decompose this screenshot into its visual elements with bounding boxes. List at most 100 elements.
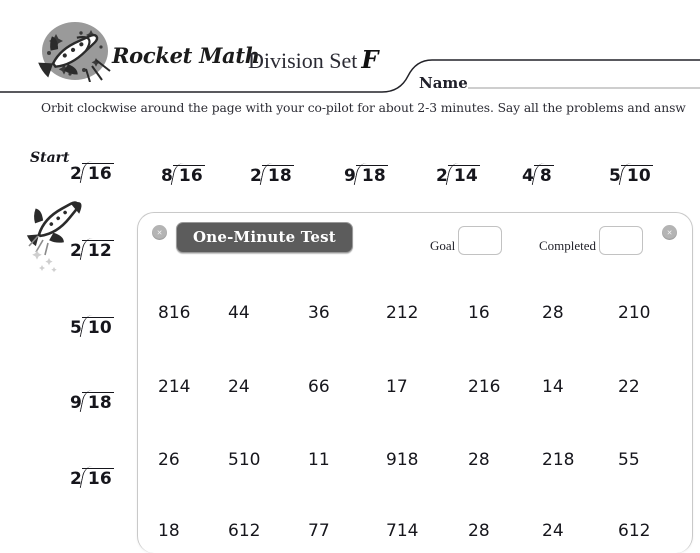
division-problem: 510 (228, 452, 260, 469)
division-problem: 36 (308, 305, 330, 322)
division-problem: 26 (158, 452, 180, 469)
division-bracket: 10 (239, 450, 261, 470)
dividend: 2 (628, 377, 640, 397)
side-rocket-icon (26, 201, 82, 273)
divisor: 2 (468, 377, 479, 397)
divisor: 1 (158, 521, 169, 541)
divisor: 5 (618, 450, 629, 470)
dividend: 16 (87, 164, 112, 184)
division-problem: 918 (386, 452, 418, 469)
divisor: 6 (618, 521, 629, 541)
worksheet-page: Rocket Math Division Set F Name Orbit clo… (0, 0, 700, 553)
division-problem: 214 (436, 165, 480, 185)
division-bracket: 1 (319, 450, 330, 470)
divisor: 1 (386, 377, 397, 397)
dividend: 6 (168, 450, 180, 470)
division-bracket: 16 (169, 303, 191, 323)
division-problem: 214 (158, 379, 190, 396)
dividend: 10 (238, 450, 261, 470)
division-bracket: 10 (81, 317, 114, 337)
division-problem: 510 (609, 165, 653, 185)
dividend: 18 (267, 166, 292, 186)
dividend: 1 (318, 450, 330, 470)
dividend: 8 (478, 521, 490, 541)
division-problem: 44 (228, 305, 250, 322)
name-write-line (468, 87, 700, 89)
division-problem: 28 (468, 523, 490, 540)
division-bracket: 4 (553, 521, 564, 541)
divisor: 6 (308, 377, 319, 397)
dividend: 18 (361, 166, 386, 186)
division-bracket: 4 (239, 303, 250, 323)
dividend: 16 (168, 303, 191, 323)
division-bracket: 6 (169, 450, 180, 470)
division-problem: 510 (70, 317, 114, 337)
dividend: 12 (396, 303, 419, 323)
division-problem: 77 (308, 523, 330, 540)
division-bracket: 6 (319, 377, 330, 397)
division-bracket: 16 (81, 163, 114, 184)
division-problem: 216 (70, 163, 114, 183)
division-bracket: 18 (261, 165, 294, 186)
division-problem: 55 (618, 452, 640, 469)
dividend: 12 (238, 521, 261, 541)
division-problem: 714 (386, 523, 418, 540)
dividend: 18 (396, 450, 419, 470)
dividend: 4 (552, 377, 564, 397)
completed-label: Completed (539, 237, 597, 253)
completed-input[interactable] (599, 226, 644, 255)
dividend: 18 (87, 393, 112, 413)
dividend: 5 (628, 450, 640, 470)
division-problem: 11 (308, 452, 330, 469)
divisor: 8 (158, 303, 169, 323)
dividend: 4 (552, 521, 564, 541)
divisor: 1 (308, 450, 319, 470)
divisor: 2 (618, 377, 629, 397)
division-bracket: 5 (629, 450, 640, 470)
screw-icon-left (152, 225, 167, 240)
dividend: 10 (626, 166, 651, 186)
division-bracket: 12 (239, 521, 261, 541)
division-problem: 17 (386, 379, 408, 396)
name-label: Name (419, 74, 468, 92)
division-bracket: 12 (629, 521, 651, 541)
division-problem: 18 (158, 523, 180, 540)
division-problem: 28 (468, 452, 490, 469)
division-bracket: 16 (81, 468, 114, 488)
division-bracket: 7 (397, 377, 408, 397)
divisor: 1 (468, 303, 479, 323)
dividend: 8 (552, 303, 564, 323)
division-bracket: 16 (172, 165, 205, 185)
division-problem: 16 (468, 305, 490, 322)
division-problem: 14 (542, 379, 564, 396)
division-bracket: 4 (239, 377, 250, 397)
dividend: 6 (478, 303, 490, 323)
division-problem: 612 (228, 523, 260, 540)
divisor: 2 (468, 521, 479, 541)
division-bracket: 2 (629, 377, 640, 397)
goal-label: Goal (430, 237, 456, 253)
division-problem: 918 (344, 165, 388, 185)
division-bracket: 18 (355, 165, 388, 186)
division-bracket: 10 (629, 303, 651, 323)
dividend: 16 (478, 377, 501, 397)
goal-input[interactable] (458, 226, 503, 255)
division-bracket: 14 (169, 377, 191, 397)
division-problem: 24 (228, 379, 250, 396)
test-badge: One-Minute Test (176, 222, 353, 253)
divisor: 7 (308, 521, 319, 541)
division-problem: 24 (542, 523, 564, 540)
division-bracket: 14 (397, 521, 419, 541)
division-bracket: 4 (553, 377, 564, 397)
instructions-text: Orbit clockwise around the page with you… (41, 101, 686, 115)
division-bracket: 18 (553, 450, 575, 470)
dividend: 7 (318, 521, 330, 541)
dividend: 18 (552, 450, 575, 470)
divisor: 2 (618, 303, 629, 323)
division-bracket: 12 (397, 303, 419, 323)
goal-meter: Goal (430, 226, 503, 265)
divisor: 2 (468, 450, 479, 470)
division-bracket: 6 (479, 303, 490, 323)
divisor: 2 (542, 521, 553, 541)
divisor: 2 (228, 377, 239, 397)
